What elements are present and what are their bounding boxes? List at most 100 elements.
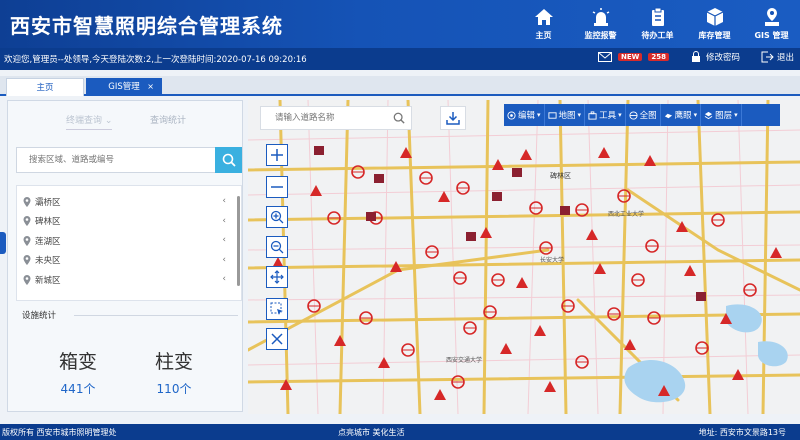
area-search <box>16 147 242 173</box>
tool-tools[interactable]: 工具 ▾ <box>585 104 626 126</box>
location-pin-icon <box>23 255 31 266</box>
new-badge: NEW <box>617 53 643 61</box>
map-icon <box>547 111 557 119</box>
page-tabbar: 主页 GIS管理 × <box>0 76 800 96</box>
map-canvas[interactable]: 碑林区 长安大学 西安交通大学 西北工业大学 <box>248 100 800 414</box>
cube-icon <box>706 8 723 26</box>
plus-icon <box>271 149 283 161</box>
main-nav: 主页 监控报警 待办工单 库存管理 GIS 管理 <box>515 0 800 48</box>
district-item[interactable]: 未央区 ‹ <box>21 251 226 271</box>
gis-map[interactable]: 碑林区 长安大学 西安交通大学 西北工业大学 请输入道路名称 编辑 ▾ 地图 ▾… <box>248 100 800 414</box>
search-icon <box>222 153 236 167</box>
nav-item-alarm[interactable]: 监控报警 <box>572 0 629 48</box>
search-icon[interactable] <box>393 112 405 124</box>
district-item[interactable]: 灞桥区 ‹ <box>21 192 226 212</box>
nav-item-gis[interactable]: GIS 管理 <box>743 0 800 48</box>
tool-layers[interactable]: 图层 ▾ <box>701 104 742 126</box>
map-pin-icon <box>764 8 779 26</box>
app-header: 西安市智慧照明综合管理系统 主页 监控报警 待办工单 库存管理 GIS 管理 <box>0 0 800 48</box>
zoom-out-button[interactable] <box>266 176 288 198</box>
map-label: 西安交通大学 <box>446 356 482 364</box>
panel-tabs: 终端查询 ⌄ 查询统计 <box>8 101 244 137</box>
district-item[interactable]: 新城区 ‹ <box>21 270 226 290</box>
stat-box-transformer: 箱变 441个 <box>38 347 118 397</box>
area-search-input[interactable] <box>16 147 216 173</box>
tool-map[interactable]: 地图 ▾ <box>545 104 586 126</box>
select-icon <box>270 302 283 315</box>
district-item[interactable]: 碑林区 ‹ <box>21 212 226 232</box>
district-list: 灞桥区 ‹ 碑林区 ‹ 莲湖区 ‹ 未央区 ‹ 新城区 ‹ <box>21 192 226 290</box>
nav-item-home[interactable]: 主页 <box>515 0 572 48</box>
query-panel: 终端查询 ⌄ 查询统计 灞桥区 ‹ 碑林区 ‹ 莲湖区 ‹ <box>7 100 243 412</box>
stat-pole-transformer: 柱变 110个 <box>134 347 214 397</box>
tab-gis-label: GIS管理 <box>108 82 140 92</box>
stat-label: 箱变 <box>58 351 97 373</box>
chevron-left-icon: ‹ <box>222 235 226 245</box>
app-footer: 版权所有 西安市城市照明管理处 点亮城市 美化生活 地址: 西安市文景路13号 <box>0 424 800 440</box>
zoom-in-button[interactable] <box>266 144 288 166</box>
close-icon <box>271 333 283 345</box>
stat-value: 110个 <box>156 382 192 396</box>
district-label: 碑林区 <box>35 217 61 228</box>
slogan-text: 点亮城市 美化生活 <box>338 428 405 437</box>
move-icon <box>270 270 284 284</box>
message-count-badge[interactable]: 258 <box>648 53 669 61</box>
tab-terminal-query[interactable]: 终端查询 ⌄ <box>66 113 113 130</box>
district-list-box: 灞桥区 ‹ 碑林区 ‹ 莲湖区 ‹ 未央区 ‹ 新城区 ‹ <box>16 185 242 301</box>
welcome-text: 欢迎您,管理员--处领导,今天登陆次数:2,上一次登陆时间:2020-07-16… <box>4 55 307 65</box>
nav-label: 待办工单 <box>641 31 674 40</box>
toolbox-icon <box>588 110 597 120</box>
logout-label: 退出 <box>776 53 794 63</box>
tool-eagle-eye[interactable]: 鹰眼 ▾ <box>661 104 702 126</box>
map-label: 长安大学 <box>540 256 564 264</box>
mail-icon[interactable] <box>597 51 612 63</box>
location-pin-icon <box>23 274 31 285</box>
district-item[interactable]: 莲湖区 ‹ <box>21 231 226 251</box>
lock-icon <box>691 51 700 62</box>
nav-label: 库存管理 <box>698 31 731 40</box>
alarm-light-icon <box>592 8 609 26</box>
district-scrollbar[interactable] <box>237 196 240 286</box>
pan-button[interactable] <box>266 266 288 288</box>
location-pin-icon <box>23 235 31 246</box>
tool-full-view[interactable]: 全图 <box>626 104 661 126</box>
clear-button[interactable] <box>266 328 288 350</box>
copyright-text: 版权所有 西安市城市照明管理处 <box>2 428 117 437</box>
nav-item-work-orders[interactable]: 待办工单 <box>629 0 686 48</box>
stat-value: 441个 <box>60 382 96 396</box>
sidebar-toggle[interactable] <box>0 232 6 254</box>
chevron-left-icon: ‹ <box>222 196 226 206</box>
change-password-label: 修改密码 <box>705 53 740 63</box>
area-search-button[interactable] <box>215 147 242 173</box>
zoom-out-icon <box>270 240 284 254</box>
change-password-link[interactable]: 修改密码 <box>689 51 740 63</box>
logout-link[interactable]: 退出 <box>760 51 794 63</box>
nav-label: 监控报警 <box>584 31 617 40</box>
magnify-in-button[interactable] <box>266 206 288 228</box>
magnify-out-button[interactable] <box>266 236 288 258</box>
layers-icon <box>704 111 713 119</box>
location-pin-icon <box>23 196 31 207</box>
map-label: 碑林区 <box>550 171 571 180</box>
stat-label: 柱变 <box>154 351 193 373</box>
road-search-input[interactable] <box>261 107 381 129</box>
zoom-in-icon <box>270 210 284 224</box>
user-info-bar: 欢迎您,管理员--处领导,今天登陆次数:2,上一次登陆时间:2020-07-16… <box>0 48 800 70</box>
select-button[interactable] <box>266 298 288 320</box>
eagle-eye-icon <box>664 113 672 118</box>
download-button[interactable] <box>440 106 466 130</box>
tab-gis[interactable]: GIS管理 × <box>86 78 162 96</box>
nav-label: GIS 管理 <box>754 31 789 40</box>
tab-query-stats[interactable]: 查询统计 <box>150 113 186 126</box>
divider <box>74 315 238 316</box>
nav-item-inventory[interactable]: 库存管理 <box>686 0 743 48</box>
stats-title: 设施统计 <box>22 311 57 321</box>
clipboard-icon <box>651 7 664 26</box>
district-label: 灞桥区 <box>35 197 61 208</box>
nav-label: 主页 <box>535 31 552 40</box>
edit-icon <box>507 110 516 120</box>
info-actions: NEW 258 修改密码 退出 <box>597 51 794 63</box>
tool-edit[interactable]: 编辑 ▾ <box>504 104 545 126</box>
tab-close-icon[interactable]: × <box>147 78 154 96</box>
tab-home[interactable]: 主页 <box>6 78 84 96</box>
